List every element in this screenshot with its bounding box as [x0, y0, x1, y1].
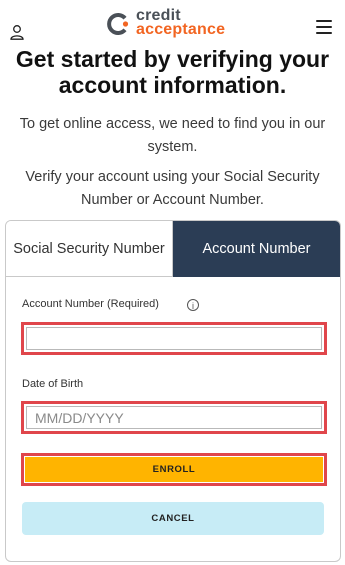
account-number-input[interactable] [26, 327, 322, 350]
enroll-button-highlight: ENROLL [21, 453, 327, 486]
brand-logo[interactable]: credit acceptance [136, 8, 226, 38]
site-header: credit acceptance [0, 0, 345, 46]
logo-text-acceptance: acceptance [136, 21, 226, 38]
instruction-text: Verify your account using your Social Se… [25, 169, 320, 208]
hamburger-menu-icon[interactable] [316, 20, 332, 34]
date-of-birth-field-highlight [21, 401, 327, 434]
menu-bar [316, 20, 332, 22]
enroll-button[interactable]: ENROLL [25, 457, 323, 482]
date-of-birth-label: Date of Birth [22, 378, 84, 390]
menu-bar [316, 32, 332, 34]
page-title: Get started by verifying your account in… [15, 46, 330, 98]
intro-text: To get online access, we need to find yo… [19, 116, 326, 155]
tab-social-security-number[interactable]: Social Security Number [6, 221, 173, 277]
credit-acceptance-logo-icon[interactable] [106, 12, 130, 36]
date-of-birth-input[interactable] [26, 406, 322, 429]
verification-card: Social Security Number Account Number Ac… [5, 220, 341, 562]
info-icon[interactable]: i [187, 299, 199, 311]
menu-bar [316, 26, 332, 28]
tab-account-number[interactable]: Account Number [173, 221, 340, 277]
account-number-label: Account Number (Required) [22, 298, 159, 310]
user-account-icon[interactable] [10, 24, 24, 40]
account-number-field-highlight [21, 322, 327, 355]
cancel-button[interactable]: CANCEL [22, 502, 324, 535]
